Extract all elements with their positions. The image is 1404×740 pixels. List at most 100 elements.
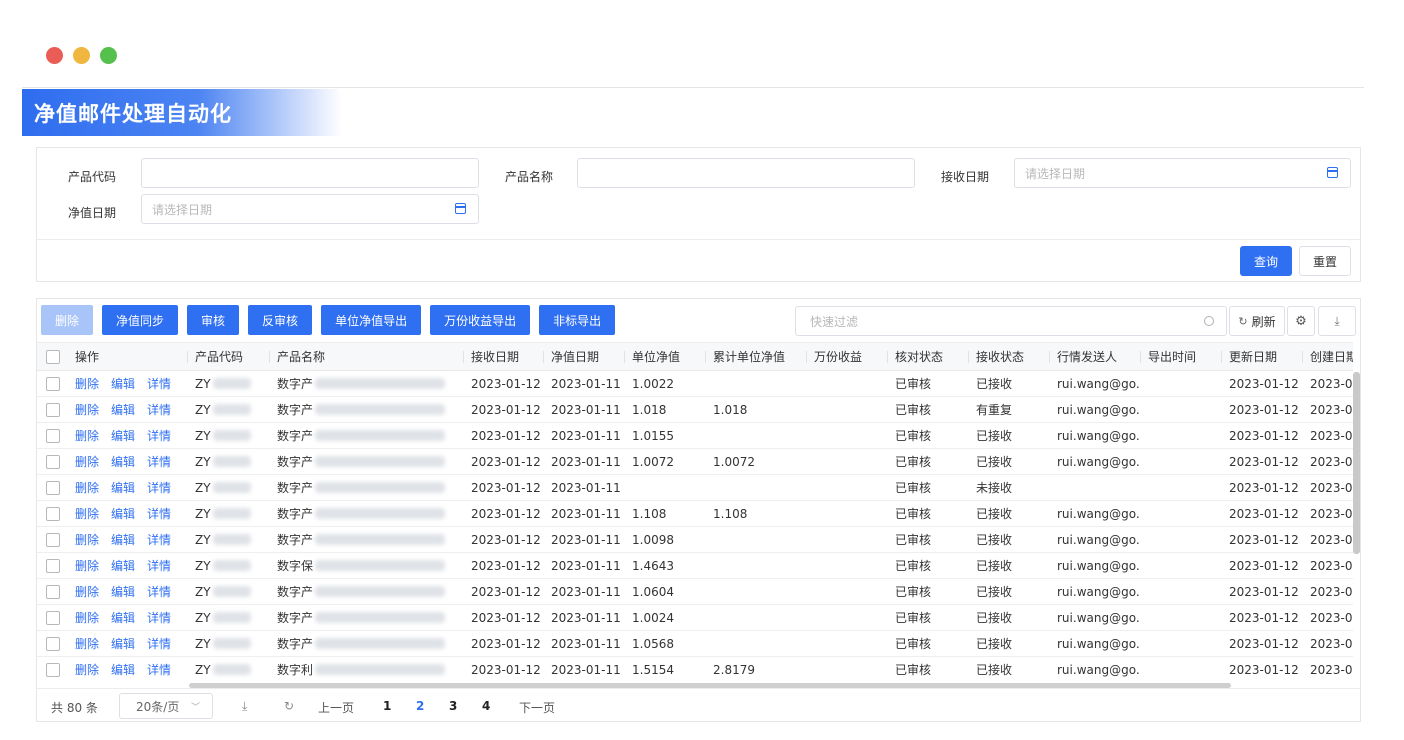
nav-sync-button[interactable]: 净值同步 (102, 305, 179, 335)
delete-link[interactable]: 删除 (75, 583, 99, 600)
detail-link[interactable]: 详情 (147, 505, 171, 522)
vertical-scrollbar[interactable] (1353, 372, 1360, 554)
delete-link[interactable]: 删除 (75, 479, 99, 496)
close-dot[interactable] (46, 47, 63, 64)
product-name-input[interactable] (577, 158, 915, 188)
row-checkbox[interactable] (46, 403, 60, 417)
download-button[interactable]: ⤓ (1318, 306, 1356, 336)
row-checkbox[interactable] (46, 611, 60, 625)
settings-button[interactable]: ⚙ (1287, 306, 1315, 336)
delete-button[interactable]: 删除 (41, 305, 94, 335)
query-button[interactable]: 查询 (1240, 246, 1292, 276)
row-checkbox[interactable] (46, 637, 60, 651)
edit-link[interactable]: 编辑 (111, 479, 135, 496)
unapprove-button[interactable]: 反审核 (248, 305, 313, 335)
column-header-code[interactable]: 产品代码 (187, 343, 269, 370)
delete-link[interactable]: 删除 (75, 453, 99, 470)
table-row[interactable]: 删除 编辑 详情 ZY 数字产 2023-01-12 2023-01-11 1.0072 1.0… (37, 449, 1353, 475)
detail-link[interactable]: 详情 (147, 401, 171, 418)
receive-date-picker[interactable]: 请选择日期 (1014, 158, 1351, 188)
row-checkbox[interactable] (46, 429, 60, 443)
detail-link[interactable]: 详情 (147, 453, 171, 470)
detail-link[interactable]: 详情 (147, 427, 171, 444)
delete-link[interactable]: 删除 (75, 375, 99, 392)
export-nonstandard-button[interactable]: 非标导出 (539, 305, 616, 335)
delete-link[interactable]: 删除 (75, 661, 99, 678)
row-checkbox[interactable] (46, 533, 60, 547)
table-row[interactable]: 删除 编辑 详情 ZY 数字产 2023-01-12 2023-01-11 1.0568 已审核… (37, 631, 1353, 657)
column-header-income[interactable]: 万份收益 (806, 343, 887, 370)
edit-link[interactable]: 编辑 (111, 635, 135, 652)
column-header-check-status[interactable]: 核对状态 (887, 343, 968, 370)
export-income-button[interactable]: 万份收益导出 (430, 305, 531, 335)
edit-link[interactable]: 编辑 (111, 453, 135, 470)
refresh-icon[interactable]: ↻ (284, 699, 294, 713)
table-row[interactable]: 删除 编辑 详情 ZY 数字产 2023-01-12 2023-01-11 1.0022 已审核… (37, 371, 1353, 397)
row-checkbox[interactable] (46, 559, 60, 573)
edit-link[interactable]: 编辑 (111, 401, 135, 418)
edit-link[interactable]: 编辑 (111, 375, 135, 392)
minimize-dot[interactable] (73, 47, 90, 64)
column-header-name[interactable]: 产品名称 (269, 343, 463, 370)
edit-link[interactable]: 编辑 (111, 609, 135, 626)
row-checkbox[interactable] (46, 585, 60, 599)
row-checkbox[interactable] (46, 377, 60, 391)
table-row[interactable]: 删除 编辑 详情 ZY 数字保 2023-01-12 2023-01-11 1.4643 已审核… (37, 553, 1353, 579)
page-1[interactable]: 1 (383, 699, 391, 713)
delete-link[interactable]: 删除 (75, 505, 99, 522)
column-header-acc-nav[interactable]: 累计单位净值 (705, 343, 806, 370)
row-checkbox[interactable] (46, 507, 60, 521)
row-checkbox[interactable] (46, 455, 60, 469)
page-size-select[interactable]: 20条/页 ﹀ (119, 693, 213, 719)
maximize-dot[interactable] (100, 47, 117, 64)
download-icon[interactable]: ⤓ (242, 699, 247, 714)
table-row[interactable]: 删除 编辑 详情 ZY 数字产 2023-01-12 2023-01-11 1.0098 已审核… (37, 527, 1353, 553)
delete-link[interactable]: 删除 (75, 401, 99, 418)
export-unit-nav-button[interactable]: 单位净值导出 (321, 305, 422, 335)
detail-link[interactable]: 详情 (147, 375, 171, 392)
column-header-update-date[interactable]: 更新日期 (1221, 343, 1302, 370)
nav-date-picker[interactable]: 请选择日期 (141, 194, 479, 224)
detail-link[interactable]: 详情 (147, 661, 171, 678)
table-row[interactable]: 删除 编辑 详情 ZY 数字产 2023-01-12 2023-01-11 1.108 1.10… (37, 501, 1353, 527)
column-header-sender[interactable]: 行情发送人 (1049, 343, 1140, 370)
column-header-unit-nav[interactable]: 单位净值 (624, 343, 705, 370)
table-row[interactable]: 删除 编辑 详情 ZY 数字产 2023-01-12 2023-01-11 1.0024 已审核… (37, 605, 1353, 631)
column-header-export-time[interactable]: 导出时间 (1140, 343, 1221, 370)
edit-link[interactable]: 编辑 (111, 557, 135, 574)
quick-filter-input[interactable]: 快速过滤 (795, 306, 1227, 336)
delete-link[interactable]: 删除 (75, 635, 99, 652)
page-4[interactable]: 4 (482, 699, 490, 713)
row-checkbox[interactable] (46, 663, 60, 677)
page-2[interactable]: 2 (416, 699, 424, 713)
table-row[interactable]: 删除 编辑 详情 ZY 数字利 2023-01-12 2023-01-11 1.5154 2.8… (37, 657, 1353, 682)
column-header-receive-date[interactable]: 接收日期 (463, 343, 543, 370)
detail-link[interactable]: 详情 (147, 479, 171, 496)
column-header-create-date[interactable]: 创建日期 (1302, 343, 1353, 370)
row-checkbox[interactable] (46, 481, 60, 495)
detail-link[interactable]: 详情 (147, 531, 171, 548)
detail-link[interactable]: 详情 (147, 583, 171, 600)
prev-page-button[interactable]: 上一页 (318, 699, 354, 716)
column-header-receive-status[interactable]: 接收状态 (968, 343, 1049, 370)
detail-link[interactable]: 详情 (147, 635, 171, 652)
product-code-input[interactable] (141, 158, 479, 188)
edit-link[interactable]: 编辑 (111, 505, 135, 522)
select-all-checkbox[interactable] (46, 350, 60, 364)
column-header-nav-date[interactable]: 净值日期 (543, 343, 624, 370)
edit-link[interactable]: 编辑 (111, 661, 135, 678)
delete-link[interactable]: 删除 (75, 609, 99, 626)
next-page-button[interactable]: 下一页 (519, 699, 555, 716)
edit-link[interactable]: 编辑 (111, 531, 135, 548)
delete-link[interactable]: 删除 (75, 557, 99, 574)
table-row[interactable]: 删除 编辑 详情 ZY 数字产 2023-01-12 2023-01-11 1.018 1.01… (37, 397, 1353, 423)
detail-link[interactable]: 详情 (147, 609, 171, 626)
page-3[interactable]: 3 (449, 699, 457, 713)
table-row[interactable]: 删除 编辑 详情 ZY 数字产 2023-01-12 2023-01-11 已审核 未接收 202… (37, 475, 1353, 501)
edit-link[interactable]: 编辑 (111, 583, 135, 600)
table-row[interactable]: 删除 编辑 详情 ZY 数字产 2023-01-12 2023-01-11 1.0604 已审核… (37, 579, 1353, 605)
approve-button[interactable]: 审核 (187, 305, 240, 335)
table-row[interactable]: 删除 编辑 详情 ZY 数字产 2023-01-12 2023-01-11 1.0155 已审核… (37, 423, 1353, 449)
reset-button[interactable]: 重置 (1299, 246, 1351, 276)
detail-link[interactable]: 详情 (147, 557, 171, 574)
